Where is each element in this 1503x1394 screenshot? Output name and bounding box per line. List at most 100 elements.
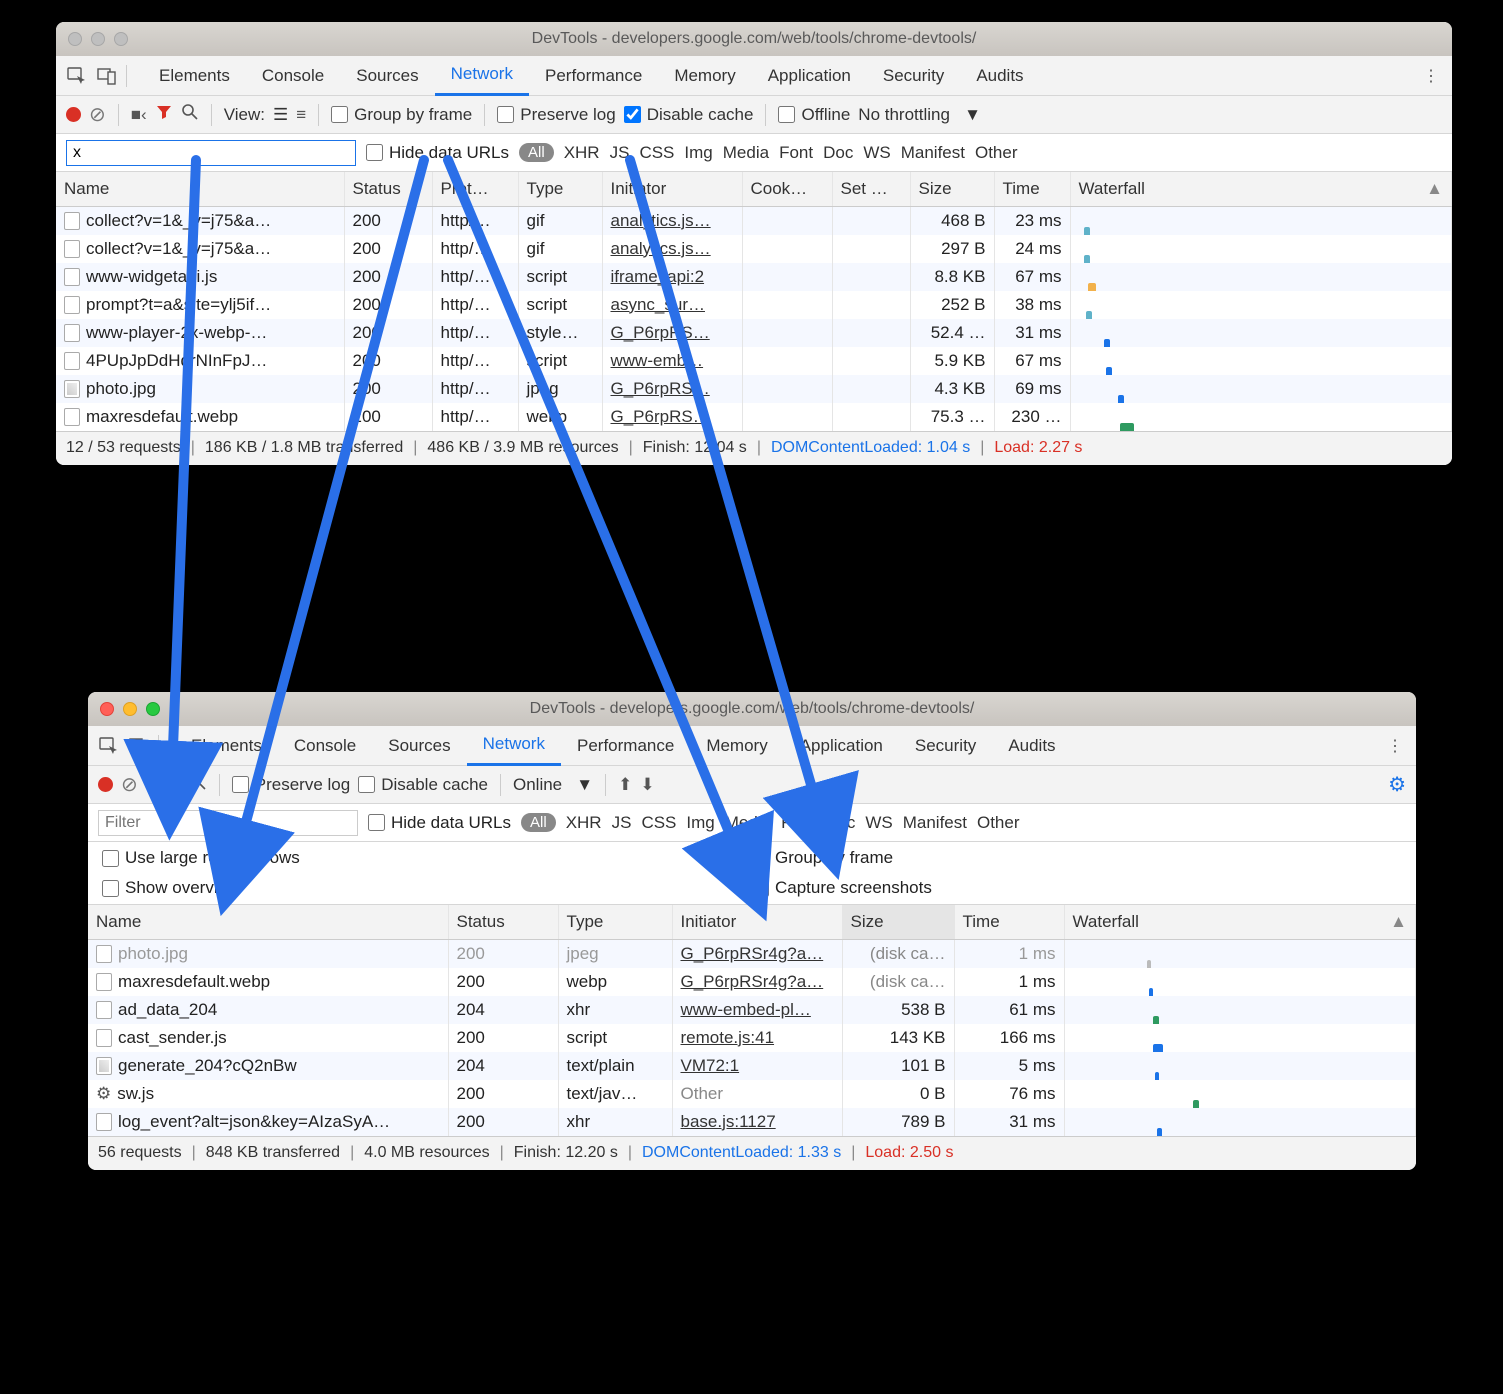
table-row[interactable]: prompt?t=a&site=ylj5if…200http/…scriptas…: [56, 291, 1452, 319]
record-button[interactable]: [98, 777, 113, 792]
traffic-close-icon[interactable]: [68, 32, 82, 46]
tab-audits[interactable]: Audits: [992, 726, 1071, 766]
hide-data-urls-checkbox[interactable]: Hide data URLs: [368, 813, 511, 833]
col-name[interactable]: Name: [88, 905, 448, 939]
more-menu-icon[interactable]: ⋮: [1380, 732, 1410, 760]
table-row[interactable]: generate_204?cQ2nBw204text/plainVM72:110…: [88, 1052, 1416, 1080]
clear-icon[interactable]: ⊘: [89, 102, 106, 127]
filter-media[interactable]: Media: [723, 143, 769, 163]
filter-xhr[interactable]: XHR: [566, 813, 602, 833]
disable-cache-checkbox[interactable]: Disable cache: [624, 105, 754, 125]
filter-manifest[interactable]: Manifest: [901, 143, 965, 163]
more-menu-icon[interactable]: ⋮: [1416, 62, 1446, 90]
filter-all-pill[interactable]: All: [521, 813, 556, 832]
tab-memory[interactable]: Memory: [690, 726, 783, 766]
inspect-icon[interactable]: [94, 732, 124, 760]
col-protocol[interactable]: Prot…: [432, 172, 518, 206]
table-row[interactable]: ⚙sw.js200text/jav…Other0 B76 ms: [88, 1080, 1416, 1108]
tab-memory[interactable]: Memory: [658, 56, 751, 96]
filter-input[interactable]: [98, 810, 358, 836]
view-small-icon[interactable]: ≡: [296, 105, 306, 125]
traffic-zoom-icon[interactable]: [114, 32, 128, 46]
tab-audits[interactable]: Audits: [960, 56, 1039, 96]
traffic-close-icon[interactable]: [100, 702, 114, 716]
table-row[interactable]: collect?v=1&_v=j75&a…200http/…gifanalyti…: [56, 206, 1452, 235]
col-cookies[interactable]: Cook…: [742, 172, 832, 206]
filter-font[interactable]: Font: [781, 813, 815, 833]
filter-css[interactable]: CSS: [641, 813, 676, 833]
tab-application[interactable]: Application: [784, 726, 899, 766]
table-row[interactable]: log_event?alt=json&key=AIzaSyA…200xhrbas…: [88, 1108, 1416, 1136]
download-icon[interactable]: ⬇: [640, 775, 654, 795]
tab-application[interactable]: Application: [752, 56, 867, 96]
col-status[interactable]: Status: [344, 172, 432, 206]
col-status[interactable]: Status: [448, 905, 558, 939]
filter-media[interactable]: Media: [725, 813, 771, 833]
group-by-frame-checkbox[interactable]: Group by frame: [752, 848, 1402, 868]
col-type[interactable]: Type: [518, 172, 602, 206]
tab-console[interactable]: Console: [246, 56, 340, 96]
tab-performance[interactable]: Performance: [529, 56, 658, 96]
tab-security[interactable]: Security: [899, 726, 992, 766]
table-row[interactable]: cast_sender.js200scriptremote.js:41143 K…: [88, 1024, 1416, 1052]
col-size[interactable]: Size: [842, 905, 954, 939]
filter-doc[interactable]: Doc: [825, 813, 855, 833]
device-toggle-icon[interactable]: [92, 62, 122, 90]
table-row[interactable]: maxresdefault.webp200http/…webpG_P6rpRS……: [56, 403, 1452, 431]
inspect-icon[interactable]: [62, 62, 92, 90]
search-icon[interactable]: [189, 773, 207, 796]
col-initiator[interactable]: Initiator: [672, 905, 842, 939]
view-large-icon[interactable]: ☰: [273, 105, 288, 125]
tab-elements[interactable]: Elements: [175, 726, 278, 766]
tab-console[interactable]: Console: [278, 726, 372, 766]
traffic-zoom-icon[interactable]: [146, 702, 160, 716]
filter-img[interactable]: Img: [686, 813, 714, 833]
settings-gear-icon[interactable]: ⚙: [1388, 772, 1406, 797]
filter-js[interactable]: JS: [612, 813, 632, 833]
filter-js[interactable]: JS: [610, 143, 630, 163]
filter-css[interactable]: CSS: [639, 143, 674, 163]
table-row[interactable]: 4PUpJpDdHqrNInFpJ…200http/…scriptwww-emb…: [56, 347, 1452, 375]
traffic-minimize-icon[interactable]: [123, 702, 137, 716]
preserve-log-checkbox[interactable]: Preserve log: [232, 775, 350, 795]
filter-ws[interactable]: WS: [865, 813, 892, 833]
table-row[interactable]: photo.jpg200http/…jpegG_P6rpRS…4.3 KB69 …: [56, 375, 1452, 403]
col-name[interactable]: Name: [56, 172, 344, 206]
tab-sources[interactable]: Sources: [340, 56, 434, 96]
large-rows-checkbox[interactable]: Use large request rows: [102, 848, 752, 868]
capture-screenshots-checkbox[interactable]: Capture screenshots: [752, 878, 1402, 898]
tab-network[interactable]: Network: [435, 56, 529, 96]
throttling-select[interactable]: No throttling ▼: [858, 105, 981, 125]
show-overview-checkbox[interactable]: Show overview: [102, 878, 752, 898]
throttling-select[interactable]: Online ▼: [513, 775, 593, 795]
col-size[interactable]: Size: [910, 172, 994, 206]
filter-all-pill[interactable]: All: [519, 143, 554, 162]
upload-icon[interactable]: ⬆: [618, 775, 632, 795]
preserve-log-checkbox[interactable]: Preserve log: [497, 105, 615, 125]
filter-icon[interactable]: [155, 103, 173, 126]
record-button[interactable]: [66, 107, 81, 122]
traffic-minimize-icon[interactable]: [91, 32, 105, 46]
filter-other[interactable]: Other: [977, 813, 1020, 833]
offline-checkbox[interactable]: Offline: [778, 105, 850, 125]
table-row[interactable]: maxresdefault.webp200webpG_P6rpRSr4g?a…(…: [88, 968, 1416, 996]
col-initiator[interactable]: Initiator: [602, 172, 742, 206]
tab-network[interactable]: Network: [467, 726, 561, 766]
col-waterfall[interactable]: Waterfall▲: [1064, 905, 1416, 939]
col-waterfall[interactable]: Waterfall▲: [1070, 172, 1452, 206]
filter-font[interactable]: Font: [779, 143, 813, 163]
filter-other[interactable]: Other: [975, 143, 1018, 163]
filter-img[interactable]: Img: [684, 143, 712, 163]
filter-xhr[interactable]: XHR: [564, 143, 600, 163]
col-time[interactable]: Time: [954, 905, 1064, 939]
hide-data-urls-checkbox[interactable]: Hide data URLs: [366, 143, 509, 163]
table-row[interactable]: www-player-2x-webp-…200http/…style…G_P6r…: [56, 319, 1452, 347]
filter-input[interactable]: [66, 140, 356, 166]
tab-elements[interactable]: Elements: [143, 56, 246, 96]
clear-icon[interactable]: ⊘: [121, 772, 138, 797]
filter-icon[interactable]: [163, 773, 181, 796]
table-row[interactable]: www-widgetapi.js200http/…scriptiframe_ap…: [56, 263, 1452, 291]
table-row[interactable]: ad_data_204204xhrwww-embed-pl…538 B61 ms: [88, 996, 1416, 1024]
table-row[interactable]: collect?v=1&_v=j75&a…200http/…gifanalyti…: [56, 235, 1452, 263]
filter-ws[interactable]: WS: [863, 143, 890, 163]
